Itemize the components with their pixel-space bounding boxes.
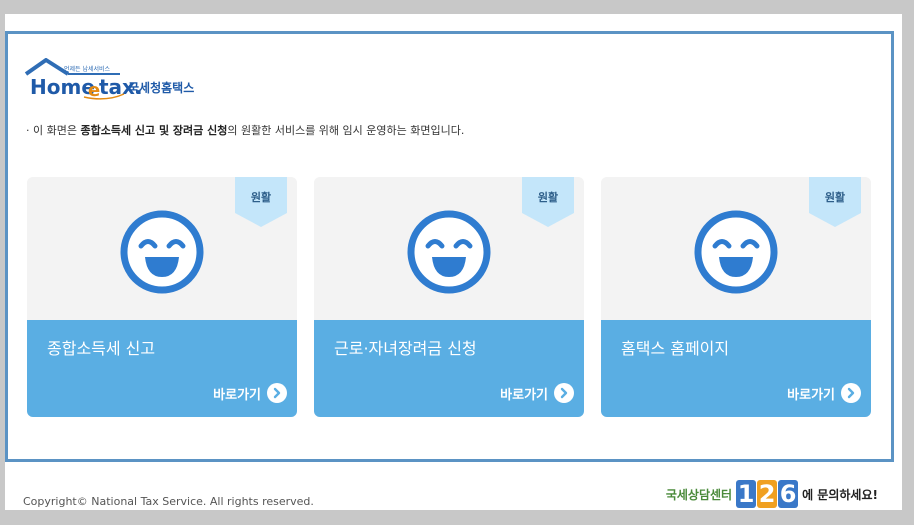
card-hometax-homepage[interactable]: 원활 홈택스 홈페이지 바로가기 — [601, 177, 871, 417]
smiley-face-icon — [120, 210, 204, 294]
helpline-tail: 에 문의하세요! — [802, 487, 878, 502]
house-roof-icon: 언제든 납세서비스 Home e tax. 국세청홈택스 — [24, 58, 194, 101]
helpline-banner: 국세상담센터 1 2 6 에 문의하세요! — [666, 479, 878, 509]
notice-suffix: 의 원활한 서비스를 위해 임시 운영하는 화면입니다. — [227, 124, 465, 137]
logo-brand-home: Home — [30, 75, 95, 99]
helpline-digit: 1 — [736, 480, 757, 508]
go-link-label: 바로가기 — [500, 387, 548, 403]
card-title: 근로·자녀장려금 신청 — [334, 339, 477, 358]
logo-brand-ko: 국세청홈택스 — [128, 80, 194, 95]
copyright-text: Copyright© National Tax Service. All rig… — [23, 495, 314, 508]
go-link[interactable]: 바로가기 — [213, 382, 287, 404]
chevron-right-circle-icon — [841, 383, 861, 403]
status-badge: 원활 — [809, 177, 861, 227]
helpline-label: 국세상담센터 — [665, 487, 733, 502]
helpline-number: 1 2 6 — [736, 480, 799, 508]
status-badge-label: 원활 — [250, 191, 272, 204]
smiley-face-icon — [407, 210, 491, 294]
go-link-label: 바로가기 — [787, 387, 835, 403]
go-link[interactable]: 바로가기 — [787, 382, 861, 404]
status-badge-label: 원활 — [537, 191, 559, 204]
go-link-label: 바로가기 — [213, 387, 261, 403]
helpline-digit: 6 — [778, 480, 799, 508]
card-title: 홈택스 홈페이지 — [621, 339, 730, 358]
status-badge-label: 원활 — [824, 191, 846, 204]
notice-emphasis: 종합소득세 신고 및 장려금 신청 — [80, 124, 228, 137]
chevron-right-circle-icon — [554, 383, 574, 403]
helpline-digit: 2 — [757, 480, 778, 508]
hometax-logo[interactable]: 언제든 납세서비스 Home e tax. 국세청홈택스 — [24, 58, 214, 102]
logo-small-text: 언제든 납세서비스 — [64, 65, 111, 73]
chevron-right-circle-icon — [267, 383, 287, 403]
card-earned-income-credit[interactable]: 원활 근로·자녀장려금 신청 바로가기 — [314, 177, 584, 417]
notice-prefix: · 이 화면은 — [26, 124, 81, 137]
status-badge: 원활 — [235, 177, 287, 227]
go-link[interactable]: 바로가기 — [500, 382, 574, 404]
smiley-face-icon — [694, 210, 778, 294]
status-badge: 원활 — [522, 177, 574, 227]
card-title: 종합소득세 신고 — [47, 339, 156, 358]
notice-text: · 이 화면은 종합소득세 신고 및 장려금 신청의 원활한 서비스를 위해 임… — [26, 122, 464, 138]
card-income-tax[interactable]: 원활 종합소득세 신고 바로가기 — [27, 177, 297, 417]
